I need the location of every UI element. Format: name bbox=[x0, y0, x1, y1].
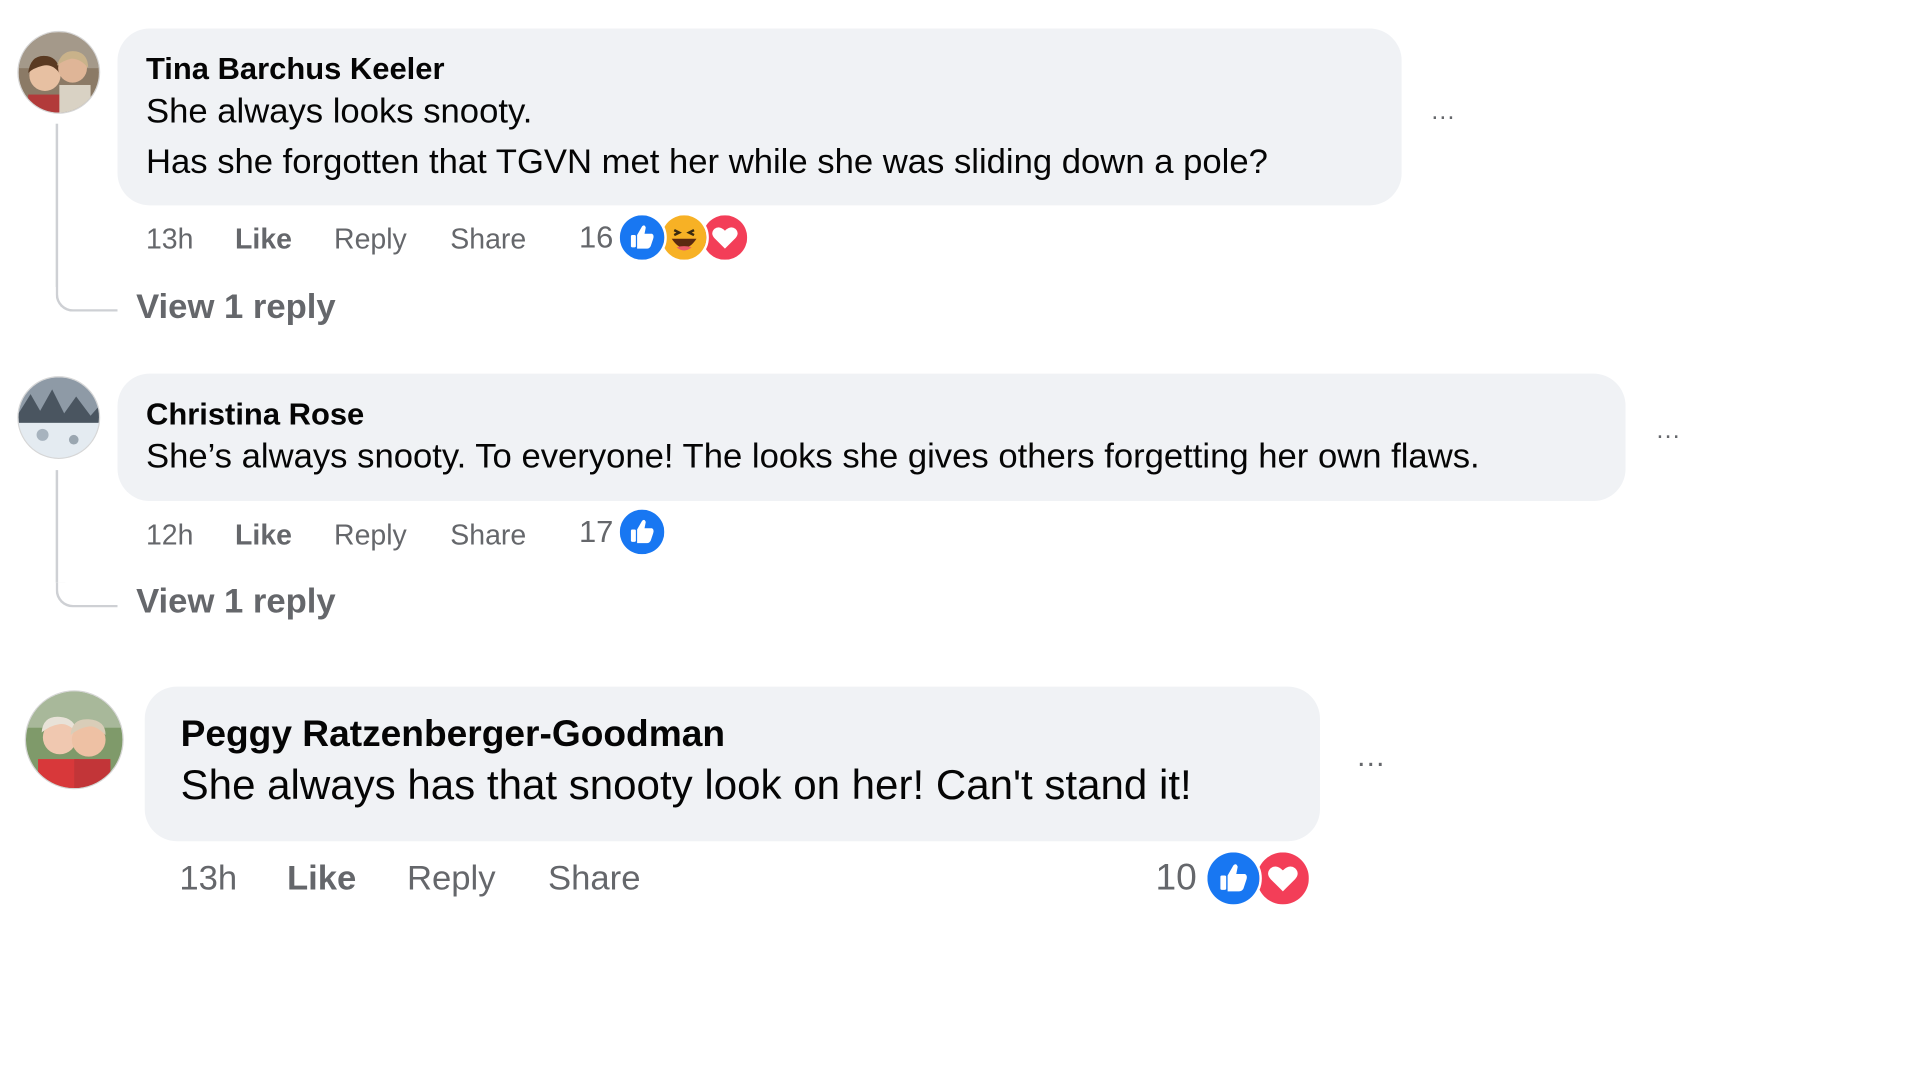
thread-connector bbox=[55, 582, 118, 608]
reply-button[interactable]: Reply bbox=[334, 518, 407, 551]
reaction-count[interactable]: 10 bbox=[1155, 857, 1196, 899]
like-button[interactable]: Like bbox=[235, 518, 292, 551]
thread-line bbox=[55, 123, 59, 288]
comment-author[interactable]: Peggy Ratzenberger-Goodman bbox=[181, 714, 725, 756]
reply-button[interactable]: Reply bbox=[407, 859, 496, 899]
comment-text-line: She always looks snooty. bbox=[145, 91, 533, 130]
reaction-count[interactable]: 17 bbox=[579, 515, 613, 551]
avatar[interactable] bbox=[17, 376, 101, 459]
avatar[interactable] bbox=[17, 30, 101, 114]
view-replies-link[interactable]: View 1 reply bbox=[136, 581, 336, 621]
comment-author[interactable]: Tina Barchus Keeler bbox=[146, 52, 445, 88]
more-options-icon[interactable]: ... bbox=[1357, 742, 1385, 772]
like-button[interactable]: Like bbox=[235, 223, 292, 256]
comment-text-line: Has she forgotten that TGVN met her whil… bbox=[145, 142, 1268, 181]
comment-timestamp[interactable]: 12h bbox=[146, 518, 193, 551]
haha-icon bbox=[659, 212, 709, 263]
comments-section: Tina Barchus Keeler She always looks sno… bbox=[0, 0, 1920, 1079]
comment-author[interactable]: Christina Rose bbox=[146, 397, 364, 433]
thread-connector bbox=[55, 287, 118, 312]
reply-button[interactable]: Reply bbox=[334, 223, 407, 256]
like-icon bbox=[617, 507, 667, 557]
share-button[interactable]: Share bbox=[548, 859, 640, 899]
avatar[interactable] bbox=[24, 690, 124, 790]
more-options-icon[interactable]: ... bbox=[1431, 99, 1455, 124]
like-icon bbox=[1204, 849, 1262, 907]
comment-timestamp[interactable]: 13h bbox=[179, 859, 237, 899]
like-icon bbox=[617, 212, 667, 263]
comment-bubble: Tina Barchus Keeler She always looks sno… bbox=[117, 28, 1402, 206]
comment-bubble: Christina Rose She’s always snooty. To e… bbox=[117, 373, 1626, 502]
more-options-icon[interactable]: ... bbox=[1656, 418, 1680, 443]
comment-bubble: Peggy Ratzenberger-Goodman She always ha… bbox=[144, 686, 1320, 842]
comment-text-line: She always has that snooty look on her! … bbox=[180, 762, 1192, 810]
share-button[interactable]: Share bbox=[450, 518, 526, 551]
like-button[interactable]: Like bbox=[287, 859, 356, 899]
view-replies-link[interactable]: View 1 reply bbox=[136, 287, 336, 327]
thread-line bbox=[55, 470, 59, 583]
share-button[interactable]: Share bbox=[450, 223, 526, 256]
love-icon bbox=[1254, 849, 1312, 907]
comment-text-line: She’s always snooty. To everyone! The lo… bbox=[145, 436, 1480, 476]
comment-timestamp[interactable]: 13h bbox=[146, 223, 193, 256]
reaction-count[interactable]: 16 bbox=[579, 220, 613, 256]
